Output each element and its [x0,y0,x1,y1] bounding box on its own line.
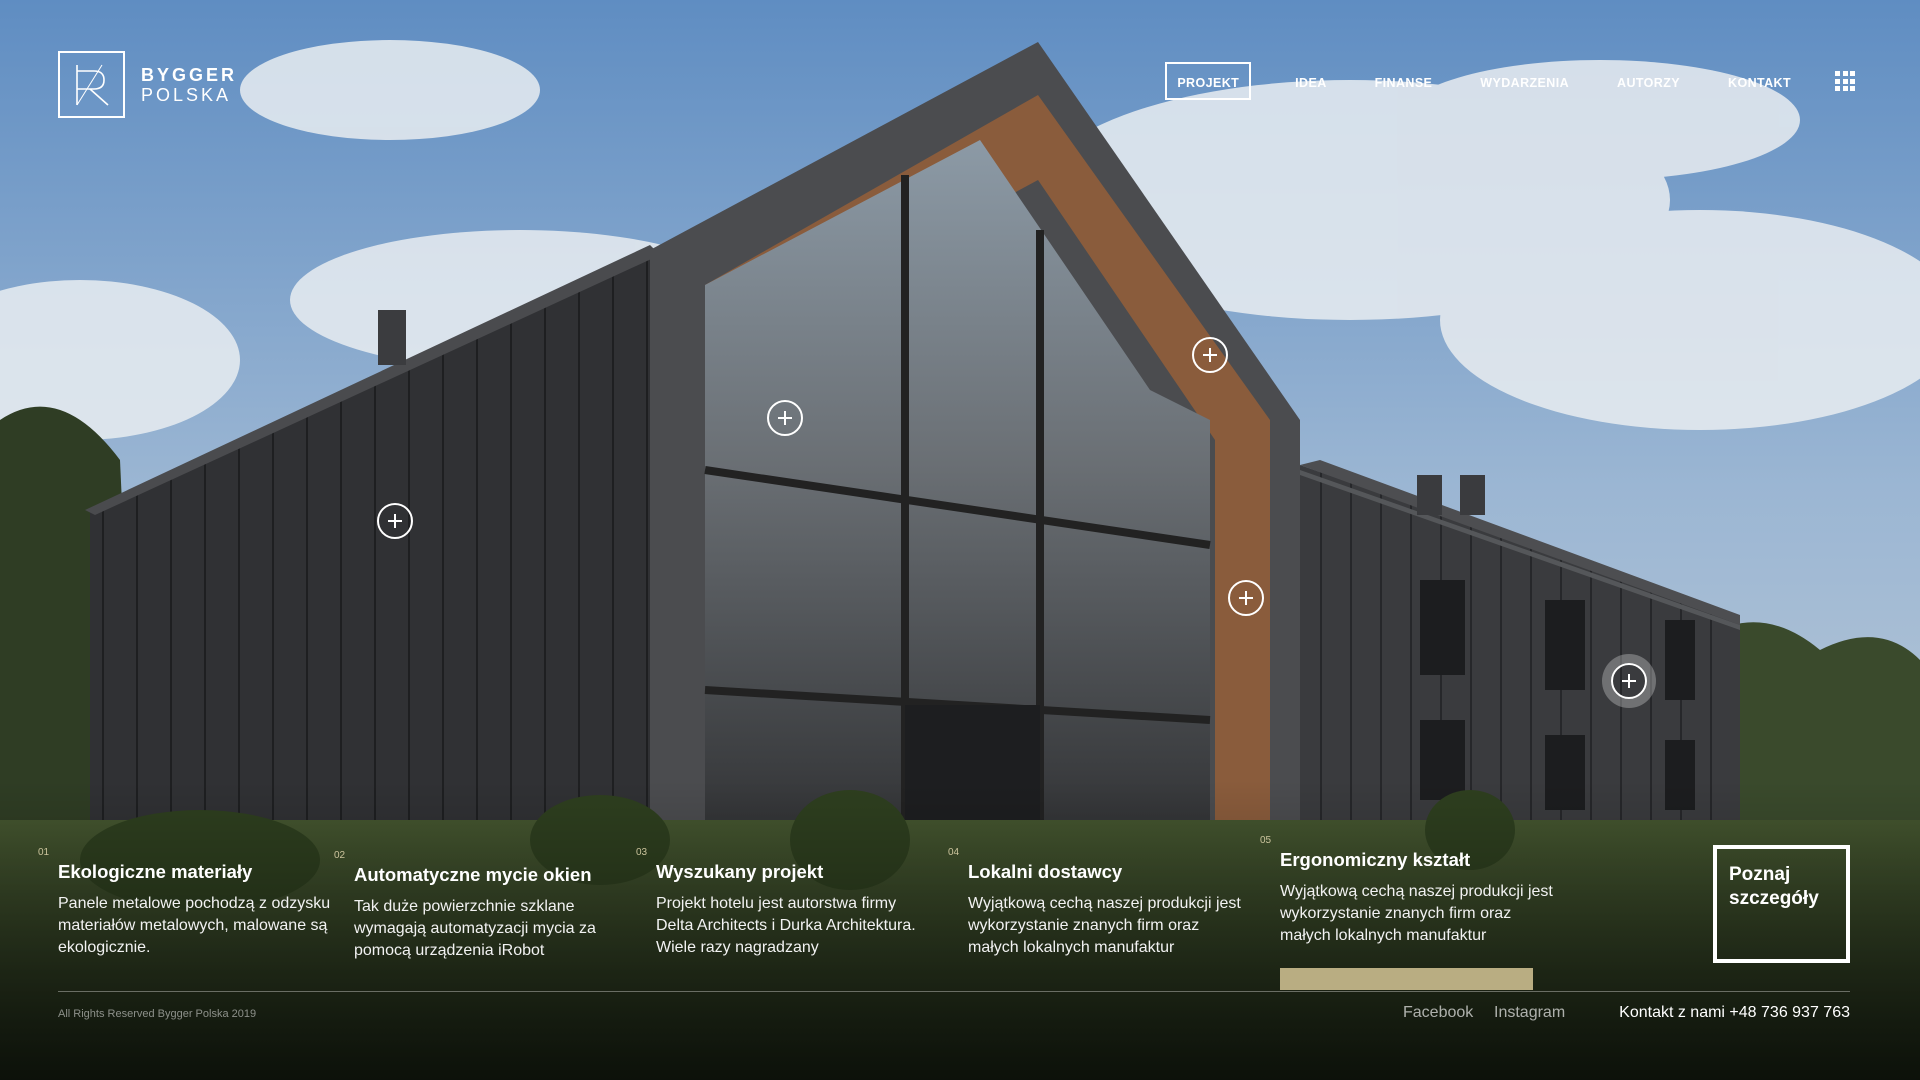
feature-item-active[interactable]: 05 Ergonomiczny kształt Wyjątkową cechą … [1260,835,1560,947]
feature-item[interactable]: 04 Lokalni dostawcy Wyjątkową cechą nasz… [948,847,1248,959]
cta-label-line1: Poznaj [1729,864,1791,885]
feature-item[interactable]: 03 Wyszukany projekt Projekt hotelu jest… [636,847,936,959]
plus-circle-icon[interactable] [377,503,413,539]
main-navigation: PROJEKT IDEA FINANSE WYDARZENIA AUTORZY … [1165,62,1855,100]
feature-number: 03 [636,847,648,858]
nav-item-idea[interactable]: IDEA [1271,62,1350,100]
plus-circle-icon[interactable] [1611,663,1647,699]
facebook-link[interactable]: Facebook [1403,1004,1473,1022]
nav-item-projekt[interactable]: PROJEKT [1165,62,1252,100]
feature-title: Ergonomiczny kształt [1280,849,1471,870]
feature-description: Panele metalowe pochodzą z odzysku mater… [58,895,331,956]
plus-circle-icon[interactable] [767,400,803,436]
feature-description: Projekt hotelu jest autorstwa firmy Delt… [656,895,916,956]
feature-item[interactable]: 02 Automatyczne mycie okien Tak duże pow… [334,850,634,962]
brand-name: BYGGER POLSKA [141,66,237,104]
feature-item[interactable]: 01 Ekologiczne materiały Panele metalowe… [38,847,338,959]
feature-number: 04 [948,847,960,858]
details-cta-button[interactable]: Poznaj szczegóły [1713,845,1850,963]
feature-number: 05 [1260,835,1272,846]
feature-title: Automatyczne mycie okien [354,864,592,885]
footer-divider [58,991,1850,992]
nav-item-autorzy[interactable]: AUTORZY [1593,62,1704,100]
feature-description: Wyjątkową cechą naszej produkcji jest wy… [1280,883,1553,944]
feature-title: Wyszukany projekt [656,861,824,882]
brand-name-line1: BYGGER [141,64,238,85]
feature-title: Ekologiczne materiały [58,861,253,882]
brand-logo[interactable]: BYGGER POLSKA [58,51,237,118]
plus-circle-icon[interactable] [1192,337,1228,373]
active-feature-indicator [1280,968,1533,990]
contact-phone[interactable]: Kontakt z nami +48 736 937 763 [1619,1004,1850,1022]
nav-item-wydarzenia[interactable]: WYDARZENIA [1456,62,1593,100]
instagram-link[interactable]: Instagram [1494,1004,1565,1022]
copyright-text: All Rights Reserved Bygger Polska 2019 [58,1008,257,1020]
cta-label-line2: szczegóły [1729,888,1819,909]
feature-description: Wyjątkową cechą naszej produkcji jest wy… [968,895,1241,956]
feature-title: Lokalni dostawcy [968,861,1123,882]
feature-number: 02 [334,850,346,861]
nav-item-finanse[interactable]: FINANSE [1351,62,1457,100]
nav-item-kontakt[interactable]: KONTAKT [1704,62,1815,100]
feature-number: 01 [38,847,50,858]
grid-menu-icon[interactable] [1835,71,1855,91]
br-monogram-icon [58,51,125,118]
feature-description: Tak duże powierzchnie szklane wymagają a… [354,898,596,959]
plus-circle-icon[interactable] [1228,580,1264,616]
brand-name-line2: POLSKA [141,84,232,105]
